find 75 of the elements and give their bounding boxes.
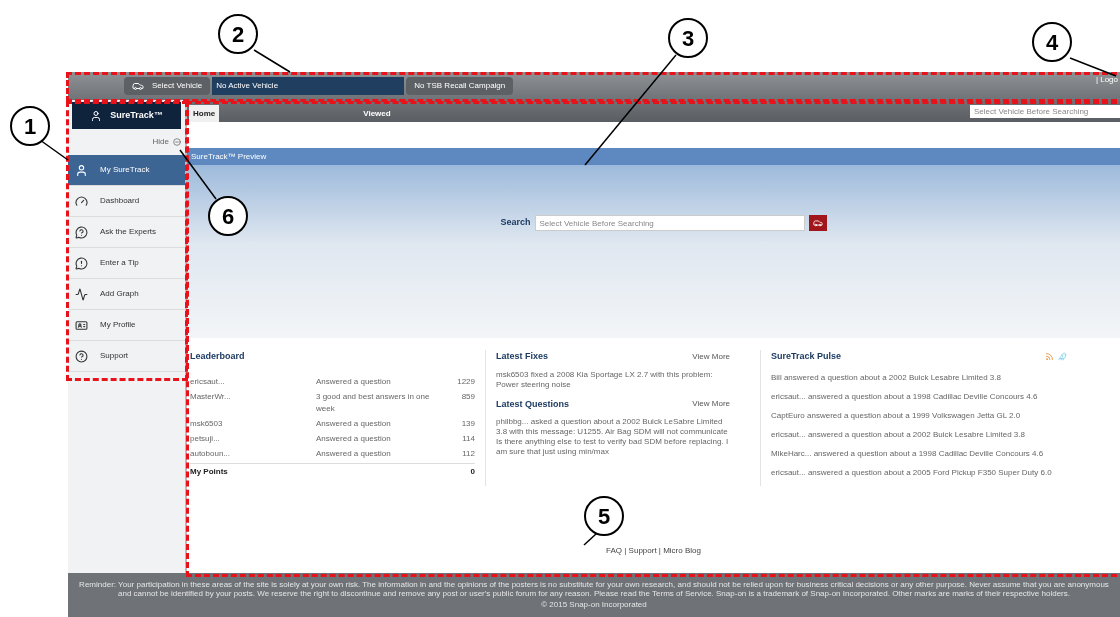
leader-line bbox=[253, 49, 291, 73]
leader-line bbox=[39, 139, 69, 161]
pulse-item: MikeHarc... answered a question about a 1998 Cadillac Deville Concours 4.6 bbox=[771, 447, 1045, 460]
my-points-value: 0 bbox=[470, 465, 475, 478]
section-title: Latest Questions bbox=[496, 397, 569, 411]
pulse-item: ericsaut... answered a question about a 2005 Ford Pickup F350 Super Duty 6.0 bbox=[771, 466, 1053, 479]
car-icon bbox=[132, 80, 144, 92]
leaderboard-user[interactable]: ericsaut... bbox=[190, 375, 316, 388]
sidebar-item[interactable]: Dashboard bbox=[68, 186, 185, 217]
leaderboard-points: 1229 bbox=[456, 375, 475, 388]
copyright-text: © 2015 Snap-on Incorporated bbox=[541, 598, 647, 611]
id-card-icon bbox=[75, 318, 88, 332]
sidebar-item[interactable]: Support bbox=[68, 341, 185, 372]
leaderboard-activity: Answered a question bbox=[316, 447, 392, 460]
search-field[interactable]: Select Vehicle Before Searching bbox=[534, 215, 805, 231]
disclaimer-text: Reminder: Your participation in these areas of the site is solely at your own risk. The information in and the opinions of the posters is no substitute for your own research, and should not be relied upon for business critical decisions or any other purpose. Never assume that you are anonymous and cannot be identified by your posts. We reserve the right to discontinue and remove any post or user's public forum for any reason. Please read the Terms of Service. Snap-on is a trademark of Snap-on Incorporated. Other marks are marks of their respective holders. bbox=[78, 579, 1110, 598]
sidebar-item[interactable]: Add Graph bbox=[68, 279, 185, 310]
section-title: Latest Fixes bbox=[496, 350, 549, 363]
leaderboard-user[interactable]: petsuji... bbox=[190, 432, 316, 445]
leaderboard-points: 139 bbox=[460, 417, 475, 430]
hide-link[interactable]: Hide bbox=[152, 136, 169, 148]
my-points-label: My Points bbox=[190, 465, 229, 478]
tab[interactable]: Home bbox=[189, 105, 220, 122]
leaderboard-activity: Answered a question bbox=[316, 417, 392, 430]
leaderboard-activity: Answered a question bbox=[316, 432, 392, 445]
leaderboard-user[interactable]: MasterWr... bbox=[190, 390, 316, 415]
leaderboard-points: 859 bbox=[460, 390, 475, 403]
rss-icon[interactable] bbox=[1045, 352, 1054, 362]
car-icon bbox=[812, 218, 823, 228]
gauge-icon bbox=[75, 194, 88, 208]
pulse-item: CaptEuro answered a question about a 1999 Volkswagen Jetta GL 2.0 bbox=[771, 409, 1022, 422]
tab[interactable]: Viewed bbox=[359, 105, 395, 122]
footer-links[interactable]: FAQ | Support | Micro Blog bbox=[606, 545, 701, 557]
callout-marker: 1 bbox=[10, 106, 50, 146]
leaderboard-user[interactable]: autoboun... bbox=[190, 447, 316, 460]
view-more-link[interactable]: View More bbox=[692, 398, 730, 411]
leaderboard-title: Leaderboard bbox=[190, 350, 246, 363]
collapse-icon[interactable] bbox=[173, 138, 181, 146]
search-label: Search bbox=[500, 216, 531, 230]
feed-text: msk6503 fixed a 2008 Kia Sportage LX 2.7 with this problem: Power steering noise bbox=[496, 369, 714, 390]
preview-title: SureTrack™ Preview bbox=[191, 150, 267, 163]
feed-text: philbbg... asked a question about a 2002 Buick LeSabre Limited 3.8 with this message: U1255. Air Bag SDM will not communicate Is there anything else to test to verify bad SDM before replacing. I am sure that just using min/max bbox=[496, 417, 730, 457]
callout-marker: 4 bbox=[1032, 22, 1072, 62]
callout-marker: 2 bbox=[218, 14, 258, 54]
leaderboard-points: 112 bbox=[461, 447, 475, 460]
vehicle-search-field[interactable]: Select Vehicle Before Searching bbox=[970, 104, 1120, 118]
vehicle-search-button[interactable] bbox=[808, 215, 827, 231]
user-icon bbox=[75, 163, 88, 177]
help-icon bbox=[75, 349, 88, 363]
question-bubble-icon bbox=[75, 225, 88, 239]
pulse-item: ericsaut... answered a question about a 1998 Cadillac Deville Concours 4.6 bbox=[771, 390, 1039, 403]
pulse-item: ericsaut... answered a question about a 2002 Buick Lesabre Limited 3.8 bbox=[771, 428, 1026, 441]
leaderboard-points: 114 bbox=[461, 432, 475, 445]
leaderboard-activity: Answered a question bbox=[316, 375, 392, 388]
pulse-title: SureTrack Pulse bbox=[771, 350, 843, 363]
recall-campaign-button[interactable]: No TSB Recall Campaign bbox=[406, 77, 514, 95]
sidebar-item[interactable]: My Profile bbox=[68, 310, 185, 341]
leader-line bbox=[1069, 57, 1117, 77]
pulse-item: Bill answered a question about a 2002 Buick Lesabre Limited 3.8 bbox=[771, 371, 1002, 384]
view-more-link[interactable]: View More bbox=[692, 350, 730, 363]
active-vehicle-field: No Active Vehicle bbox=[212, 77, 405, 95]
sidebar-item[interactable]: My SureTrack bbox=[68, 155, 185, 186]
brand-logo: SureTrack™ bbox=[72, 102, 181, 129]
graph-icon bbox=[75, 287, 88, 301]
callout-marker: 3 bbox=[668, 18, 708, 58]
select-vehicle-button[interactable]: Select Vehicle bbox=[124, 77, 211, 95]
logout-link[interactable]: | Logo bbox=[1095, 74, 1120, 86]
sidebar-item[interactable]: Enter a Tip bbox=[68, 248, 185, 279]
leaderboard-activity: 3 good and best answers in one week bbox=[316, 390, 431, 415]
bird-icon[interactable] bbox=[1058, 352, 1067, 362]
leaderboard-user[interactable]: msk6503 bbox=[190, 417, 316, 430]
exclamation-bubble-icon bbox=[75, 256, 88, 270]
user-icon bbox=[90, 109, 103, 122]
sidebar-item[interactable]: Ask the Experts bbox=[68, 217, 185, 248]
leader-line bbox=[583, 533, 597, 546]
